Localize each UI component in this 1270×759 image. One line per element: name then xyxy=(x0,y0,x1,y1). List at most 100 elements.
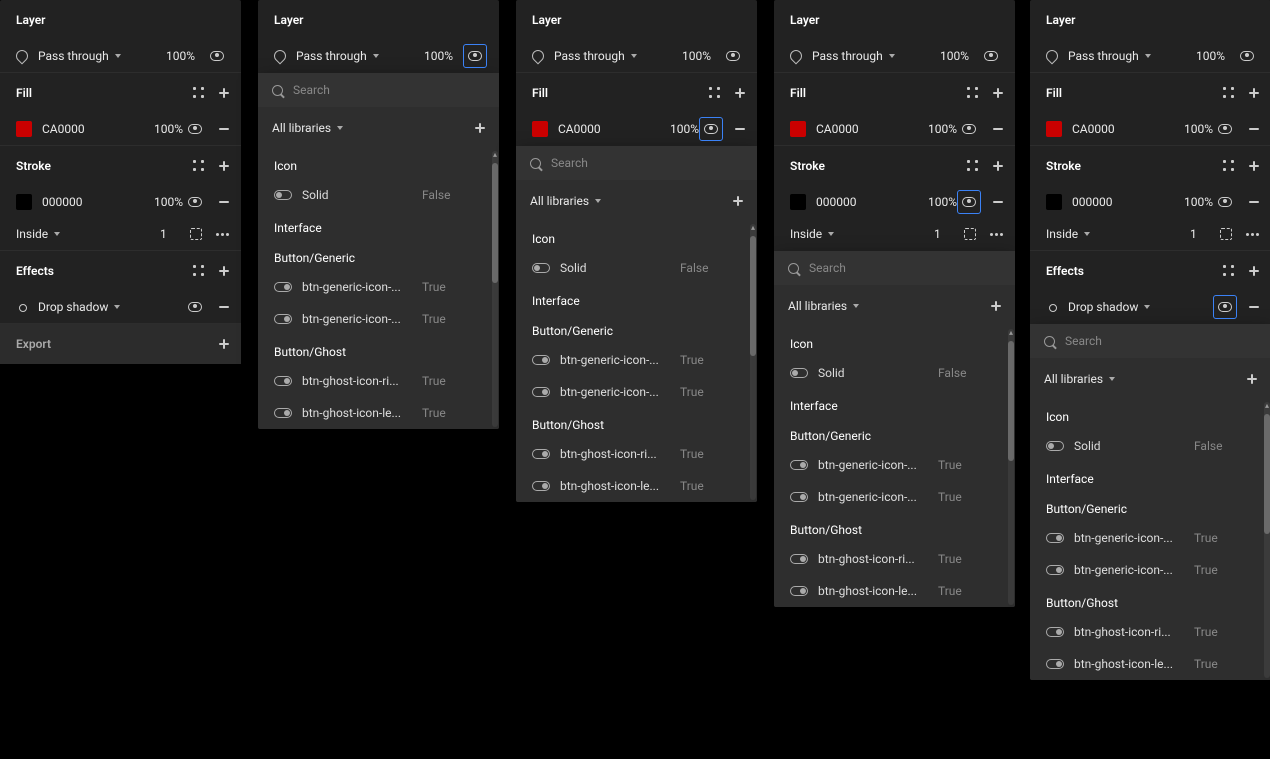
add-fill-button[interactable] xyxy=(735,88,745,98)
search-input[interactable]: Search xyxy=(809,261,1001,275)
list-item[interactable]: btn-generic-icon-...True xyxy=(774,481,1007,513)
remove-fill-button[interactable] xyxy=(993,128,1003,130)
add-stroke-button[interactable] xyxy=(1249,161,1259,171)
stroke-position-select[interactable]: Inside xyxy=(16,227,140,241)
libraries-select[interactable]: All libraries xyxy=(272,121,475,135)
effect-type-select[interactable]: Drop shadow xyxy=(38,300,183,314)
fill-hex[interactable]: CA0000 xyxy=(1072,122,1169,136)
remove-fill-button[interactable] xyxy=(1249,128,1259,130)
list-item[interactable]: btn-generic-icon-...True xyxy=(258,271,491,303)
list-item[interactable]: btn-ghost-icon-le...True xyxy=(1030,648,1263,680)
search-input[interactable]: Search xyxy=(551,156,743,170)
add-fill-button[interactable] xyxy=(993,88,1003,98)
list-item[interactable]: SolidFalse xyxy=(774,357,1007,389)
layer-opacity[interactable]: 100% xyxy=(925,49,969,63)
stroke-weight[interactable]: 1 xyxy=(934,227,964,241)
stroke-swatch[interactable] xyxy=(16,194,32,210)
list-item[interactable]: btn-ghost-icon-le...True xyxy=(516,470,749,502)
fill-hex[interactable]: CA0000 xyxy=(816,122,913,136)
stroke-more-button[interactable] xyxy=(990,233,1003,236)
fill-opacity[interactable]: 100% xyxy=(655,122,699,136)
layer-visibility-toggle[interactable] xyxy=(979,44,1003,68)
stroke-visibility-toggle[interactable] xyxy=(957,190,981,214)
stroke-hex[interactable]: 000000 xyxy=(816,195,913,209)
remove-stroke-button[interactable] xyxy=(1249,201,1259,203)
blend-mode-select[interactable]: Pass through xyxy=(1068,49,1171,63)
stroke-more-button[interactable] xyxy=(216,233,229,236)
list-item[interactable]: btn-generic-icon-...True xyxy=(516,344,749,376)
fill-swatch[interactable] xyxy=(1046,121,1062,137)
add-effect-button[interactable] xyxy=(1249,266,1259,276)
stroke-visibility-toggle[interactable] xyxy=(183,190,207,214)
fill-swatch[interactable] xyxy=(16,121,32,137)
add-library-button[interactable] xyxy=(991,301,1001,311)
effect-settings-button[interactable] xyxy=(16,301,28,313)
fill-opacity[interactable]: 100% xyxy=(913,122,957,136)
list-item[interactable]: btn-ghost-icon-ri...True xyxy=(258,365,491,397)
fill-visibility-toggle[interactable] xyxy=(957,117,981,141)
stroke-position-select[interactable]: Inside xyxy=(1046,227,1170,241)
add-effect-button[interactable] xyxy=(219,266,229,276)
list-item[interactable]: SolidFalse xyxy=(516,252,749,284)
list-item[interactable]: btn-ghost-icon-ri...True xyxy=(516,438,749,470)
layer-opacity[interactable]: 100% xyxy=(151,49,195,63)
stroke-sides-button[interactable] xyxy=(1220,228,1232,240)
list-item[interactable]: btn-generic-icon-...True xyxy=(1030,522,1263,554)
fill-visibility-toggle[interactable] xyxy=(183,117,207,141)
list-item[interactable]: btn-generic-icon-...True xyxy=(1030,554,1263,586)
scroll-up-arrow[interactable]: ▴ xyxy=(1008,329,1014,335)
list-item[interactable]: btn-ghost-icon-le...True xyxy=(258,397,491,429)
stroke-weight[interactable]: 1 xyxy=(160,227,190,241)
add-library-button[interactable] xyxy=(733,196,743,206)
blend-mode-select[interactable]: Pass through xyxy=(38,49,141,63)
add-fill-button[interactable] xyxy=(1249,88,1259,98)
stroke-opacity[interactable]: 100% xyxy=(1169,195,1213,209)
fill-visibility-toggle[interactable] xyxy=(699,117,723,141)
fill-opacity[interactable]: 100% xyxy=(1169,122,1213,136)
layer-visibility-toggle[interactable] xyxy=(721,44,745,68)
blend-mode-select[interactable]: Pass through xyxy=(812,49,915,63)
scroll-up-arrow[interactable]: ▴ xyxy=(750,224,756,230)
stroke-opacity[interactable]: 100% xyxy=(139,195,183,209)
blend-mode-select[interactable]: Pass through xyxy=(296,49,399,63)
fill-visibility-toggle[interactable] xyxy=(1213,117,1237,141)
effect-type-select[interactable]: Drop shadow xyxy=(1068,300,1213,314)
remove-fill-button[interactable] xyxy=(735,128,745,130)
layer-visibility-toggle[interactable] xyxy=(463,44,487,68)
styles-icon[interactable] xyxy=(193,87,205,99)
styles-icon[interactable] xyxy=(967,160,979,172)
stroke-visibility-toggle[interactable] xyxy=(1213,190,1237,214)
list-item[interactable]: btn-generic-icon-...True xyxy=(258,303,491,335)
add-stroke-button[interactable] xyxy=(219,161,229,171)
list-item[interactable]: SolidFalse xyxy=(258,179,491,211)
stroke-swatch[interactable] xyxy=(790,194,806,210)
add-fill-button[interactable] xyxy=(219,88,229,98)
layer-opacity[interactable]: 100% xyxy=(667,49,711,63)
remove-stroke-button[interactable] xyxy=(219,201,229,203)
styles-icon[interactable] xyxy=(193,265,205,277)
libraries-select[interactable]: All libraries xyxy=(1044,372,1247,386)
stroke-sides-button[interactable] xyxy=(964,228,976,240)
list-item[interactable]: btn-ghost-icon-le...True xyxy=(774,575,1007,607)
stroke-hex[interactable]: 000000 xyxy=(1072,195,1169,209)
scrollbar-thumb[interactable] xyxy=(1264,414,1270,534)
stroke-sides-button[interactable] xyxy=(190,228,202,240)
layer-visibility-toggle[interactable] xyxy=(1235,44,1259,68)
search-input[interactable]: Search xyxy=(1065,334,1257,348)
effect-settings-button[interactable] xyxy=(1046,301,1058,313)
export-section-header[interactable]: Export xyxy=(0,324,241,364)
effect-visibility-toggle[interactable] xyxy=(183,295,207,319)
stroke-hex[interactable]: 000000 xyxy=(42,195,139,209)
fill-opacity[interactable]: 100% xyxy=(139,122,183,136)
fill-swatch[interactable] xyxy=(532,121,548,137)
styles-icon[interactable] xyxy=(1223,265,1235,277)
blend-mode-select[interactable]: Pass through xyxy=(554,49,657,63)
search-input[interactable]: Search xyxy=(293,83,485,97)
fill-hex[interactable]: CA0000 xyxy=(558,122,655,136)
scroll-up-arrow[interactable]: ▴ xyxy=(1264,402,1270,408)
styles-icon[interactable] xyxy=(967,87,979,99)
styles-icon[interactable] xyxy=(709,87,721,99)
fill-hex[interactable]: CA0000 xyxy=(42,122,139,136)
scroll-up-arrow[interactable]: ▴ xyxy=(492,151,498,157)
remove-stroke-button[interactable] xyxy=(993,201,1003,203)
